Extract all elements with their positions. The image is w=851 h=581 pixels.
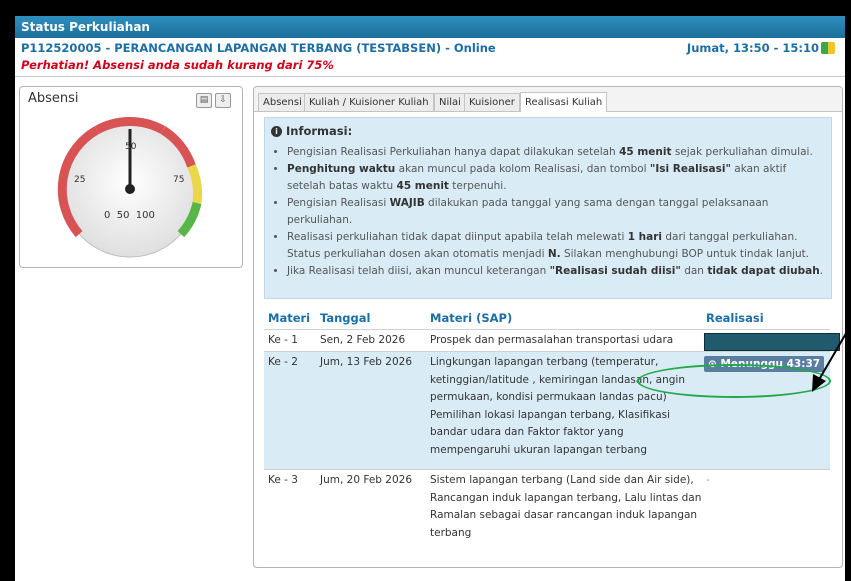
tab-kuisioner[interactable]: Kuisioner (464, 93, 520, 111)
table-row: Ke - 1 Sen, 2 Feb 2026 Prospek dan perma… (264, 329, 840, 352)
gauge-pivot (125, 184, 135, 194)
absensi-title: Absensi (28, 91, 79, 106)
row-sap-line: permukaan, kondisi permukaan landas pacu… (430, 391, 667, 403)
attendance-gauge: 50 25 75 0 50 100 (57, 117, 203, 258)
gauge-tick-50: 50 (125, 142, 137, 152)
info-item: Jika Realisasi telah diisi, akan muncul … (287, 263, 827, 280)
col-header-tanggal: Tanggal (320, 311, 371, 325)
row-sap: Prospek dan permasalahan transportasi ud… (430, 334, 674, 346)
page-title-bar: Status Perkuliahan (15, 16, 845, 38)
row-sap-line: Rancangan induk lapangan terbang, Lalu l… (430, 491, 702, 504)
course-header: P112520005 - PERANCANGAN LAPANGAN TERBAN… (15, 38, 845, 58)
info-title: i Informasi: (271, 124, 352, 138)
tab-absensi[interactable]: Absensi (258, 93, 307, 111)
row-realisasi: - (706, 474, 710, 486)
row-materi: Ke - 1 (268, 334, 298, 346)
page-title: Status Perkuliahan (21, 20, 150, 34)
info-icon: i (271, 126, 282, 137)
row-materi: Ke - 2 (268, 356, 298, 368)
row-sap-line: Sistem lapangan terbang (Land side dan A… (430, 474, 694, 486)
gauge-tick-75: 75 (173, 175, 184, 185)
divider (15, 76, 845, 77)
row-sap-line: terbang (430, 526, 472, 539)
row-sap-line: Ramalan sebagai dasar rancangan induk la… (430, 509, 698, 521)
main-panel: Absensi Kuliah / Kuisioner Kuliah Nilai … (253, 86, 843, 568)
course-time: Jumat, 13:50 - 15:10 (686, 41, 819, 55)
attendance-warning: Perhatian! Absensi anda sudah kurang dar… (21, 58, 334, 72)
info-item: Realisasi perkuliahan tidak dapat diinpu… (287, 229, 827, 263)
gauge-value-label: 0 50 100 (104, 210, 155, 221)
col-header-sap: Materi (SAP) (430, 311, 513, 325)
row-tanggal: Sen, 2 Feb 2026 (320, 334, 406, 346)
download-icon[interactable]: ⇩ (215, 93, 231, 108)
info-panel: iInformasi: Pengisian Realisasi Perkulia… (264, 117, 832, 299)
table-row: Ke - 3 Jum, 20 Feb 2026 Sistem lapangan … (264, 469, 830, 560)
print-icon[interactable]: ▤ (196, 93, 212, 108)
row-materi: Ke - 3 (268, 474, 298, 486)
info-item: Penghitung waktu akan muncul pada kolom … (287, 161, 827, 195)
tab-realisasi-kuliah[interactable]: Realisasi Kuliah (520, 92, 608, 112)
realisasi-redacted-box (704, 333, 840, 351)
map-icon[interactable] (821, 42, 835, 54)
tab-nilai[interactable]: Nilai (434, 93, 466, 111)
gauge-tick-25: 25 (74, 175, 85, 185)
row-tanggal: Jum, 13 Feb 2026 (320, 356, 413, 368)
row-sap-line: Lingkungan lapangan terbang (temperatur, (430, 356, 659, 368)
info-item: Pengisian Realisasi WAJIB dilakukan pada… (287, 195, 827, 229)
row-sap-line: mempengaruhi ukuran lapangan terbang (430, 443, 647, 456)
info-list: Pengisian Realisasi Perkuliahan hanya da… (271, 144, 827, 280)
absensi-panel: Absensi ▤ ⇩ 50 25 75 0 50 100 (19, 86, 243, 268)
info-item: Pengisian Realisasi Perkuliahan hanya da… (287, 144, 827, 161)
row-tanggal: Jum, 20 Feb 2026 (320, 474, 413, 486)
col-header-materi: Materi (268, 311, 311, 325)
tab-kuliah-kuisioner[interactable]: Kuliah / Kuisioner Kuliah (304, 93, 434, 111)
col-header-realisasi: Realisasi (706, 311, 764, 325)
row-sap-line: Pemilihan lokasi lapangan terbang, Klasi… (430, 408, 671, 421)
tab-bar: Absensi Kuliah / Kuisioner Kuliah Nilai … (254, 87, 842, 112)
highlight-ellipse (637, 364, 831, 398)
row-sap-line: bandar udara dan Faktor faktor yang (430, 426, 624, 438)
page-content: Status Perkuliahan P112520005 - PERANCAN… (15, 16, 845, 581)
course-title: P112520005 - PERANCANGAN LAPANGAN TERBAN… (21, 41, 496, 55)
